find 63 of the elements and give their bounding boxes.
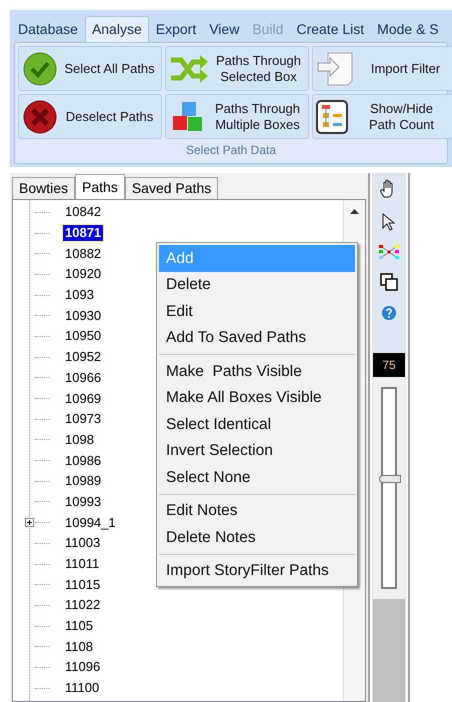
menu-item[interactable]: Add To Saved Paths [159,324,355,351]
tree-item[interactable]: 10989 [63,473,104,490]
scroll-up-icon[interactable] [350,208,359,214]
tree-item[interactable]: 10871 [63,225,104,242]
network-icon[interactable] [379,245,399,259]
menu-item[interactable]: Delete Notes [159,524,355,550]
tree-item[interactable]: 10973 [63,411,104,428]
ribbon-button[interactable]: Deselect Paths [18,94,162,139]
tree-item[interactable]: 10950 [63,328,104,344]
tree-item[interactable]: 11096 [63,659,102,676]
tree-item[interactable]: 10966 [63,370,104,386]
panel-tab[interactable]: Bowties [12,177,76,199]
ribbon-tab[interactable]: Analyse [84,16,149,42]
checkmark-icon [22,50,58,86]
panel-tab[interactable]: Paths [75,174,125,199]
tree-item[interactable]: 11011 [63,556,102,572]
zoom-reading: 75 [373,353,405,377]
menu-item[interactable]: Import StoryFilter Paths [159,558,355,584]
ribbon-button[interactable]: Paths Through Multiple Boxes [165,94,309,139]
ribbon-tab[interactable]: Create List [290,16,370,42]
tree-item[interactable]: 10842 [63,204,104,220]
flowchart-icon [316,100,348,134]
tree-item[interactable]: 1105 [63,618,95,634]
tree-item[interactable]: 11003 [63,535,102,552]
ribbon-tab[interactable]: Mode & S [371,16,445,42]
panel-tab[interactable]: Saved Paths [124,177,218,199]
ribbon-button[interactable]: Show/Hide Path Count [312,94,452,139]
ribbon-button[interactable]: Paths Through Selected Box [165,46,309,91]
tree-item[interactable]: 11100 [63,680,102,696]
menu-item[interactable]: Edit [159,298,355,324]
expand-icon[interactable] [25,518,34,528]
tree-item[interactable]: 10930 [63,308,104,324]
menu-item[interactable]: Select None [159,464,355,490]
help-icon[interactable] [381,305,397,321]
menu-item[interactable]: Select Identical [159,411,355,438]
group-label: Select Path Data [186,142,276,158]
ribbon-button[interactable]: Import Filter [312,46,452,91]
menu-item[interactable]: Make All Boxes Visible [159,384,355,411]
ribbon-tab[interactable]: View [203,16,246,42]
tree-item[interactable]: 11015 [63,576,102,593]
tree-item[interactable]: 10969 [63,390,104,407]
menu-item[interactable]: Delete [159,272,355,298]
tree-item[interactable]: 10986 [63,452,104,469]
slider-thumb[interactable] [379,474,401,482]
tree-item[interactable]: 10882 [63,246,104,262]
tree-item[interactable]: 1108 [63,638,95,655]
tree-item[interactable]: 10994_1 [63,514,118,531]
shuffle-arrows-icon [169,52,209,84]
ribbon-tab[interactable]: Export [150,16,202,42]
tree-item[interactable]: 10993 [63,494,104,510]
ribbon-button[interactable]: Select All Paths [18,46,162,91]
menu-item[interactable]: Edit Notes [159,498,355,524]
tree-item[interactable]: 1098 [63,432,96,448]
tree-item[interactable]: 10952 [63,349,104,366]
menu-item[interactable]: Make Paths Visible [159,358,355,384]
copy-icon[interactable] [380,273,398,291]
ribbon-tab[interactable]: Database [12,16,84,42]
cross-icon [22,98,58,134]
menu-item[interactable]: Invert Selection [159,438,355,464]
tree-item[interactable]: 11022 [63,597,102,614]
tree-item[interactable]: 10920 [63,266,104,282]
tree-item[interactable]: 1093 [63,287,96,304]
cursor-icon[interactable] [382,213,396,231]
